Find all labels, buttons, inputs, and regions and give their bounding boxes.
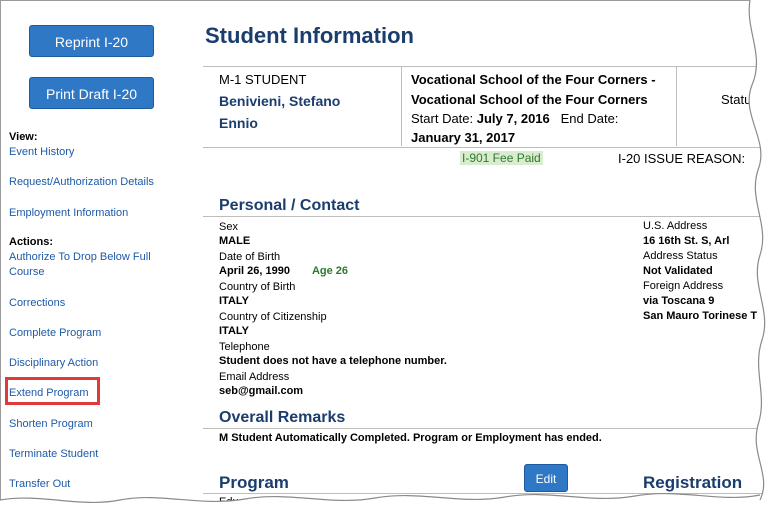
address-status-label: Address Status (643, 250, 718, 262)
us-address-label: U.S. Address (643, 220, 708, 232)
dob-label: Date of Birth (219, 251, 281, 263)
coc-label: Country of Citizenship (219, 311, 327, 323)
address-status-value: Not Validated (643, 265, 713, 277)
initial-session-label: Initial Session Start (643, 496, 738, 508)
school-name-line1: Vocational School of the Four Corners - (411, 72, 656, 87)
actions-heading: Actions: (9, 236, 53, 248)
link-event-history[interactable]: Event History (9, 145, 179, 160)
sidebar: Reprint I-20 Print Draft I-20 View: Even… (1, 1, 191, 523)
foreign-address-line1: via Toscana 9 (643, 295, 715, 307)
link-authorize-drop-below-full-course[interactable]: Authorize To Drop Below Full Course (9, 250, 174, 280)
issue-reason-label: I-20 ISSUE REASON: (618, 151, 746, 166)
personal-contact-heading: Personal / Contact (219, 197, 360, 214)
link-corrections[interactable]: Corrections (9, 296, 179, 311)
remarks-text: M Student Automatically Completed. Progr… (219, 432, 602, 444)
email-value: seb@gmail.com (219, 385, 304, 397)
us-address-value: 16 16th St. S, Arl (643, 235, 730, 247)
fee-paid-badge: I-901 Fee Paid (460, 151, 543, 165)
header-col-divider-1 (401, 66, 402, 146)
print-draft-i20-button[interactable]: Print Draft I-20 (29, 77, 154, 109)
edit-program-button[interactable]: Edit (524, 464, 568, 492)
education-level-label: Education Level (219, 496, 298, 508)
link-complete-program[interactable]: Complete Program (9, 326, 179, 341)
program-heading: Program (219, 473, 289, 492)
link-terminate-student[interactable]: Terminate Student (9, 447, 179, 462)
dob-value: April 26, 1990 (219, 265, 290, 277)
dob-row: April 26, 1990 Age 26 (219, 265, 348, 277)
link-shorten-program[interactable]: Shorten Program (9, 417, 179, 432)
status-label: Status C (721, 92, 771, 107)
student-type: M-1 STUDENT (219, 72, 307, 87)
end-date-label: End Date: (560, 111, 619, 126)
phone-label: Telephone (219, 341, 270, 353)
header-bottom-divider (203, 147, 773, 148)
remarks-divider (203, 428, 773, 429)
link-disciplinary-action[interactable]: Disciplinary Action (9, 356, 179, 371)
cob-label: Country of Birth (219, 281, 296, 293)
initial-session-value: July 7, 2016 (643, 511, 705, 523)
school-name-line2: Vocational School of the Four Corners (411, 92, 648, 107)
student-name-line1: Benivieni, Stefano (219, 93, 341, 109)
link-request-authorization-details[interactable]: Request/Authorization Details (9, 175, 179, 190)
age-value: Age 26 (311, 265, 349, 277)
email-label: Email Address (219, 371, 290, 383)
end-date-value: January 31, 2017 (411, 130, 516, 145)
education-level-value: OTHER VOCATIONAL SC (219, 511, 351, 523)
header-top-divider (203, 66, 773, 67)
registration-heading: Registration (643, 473, 743, 492)
cob-value: ITALY (219, 295, 249, 307)
link-transfer-out[interactable]: Transfer Out (9, 477, 179, 492)
sex-label: Sex (219, 221, 238, 233)
program-dates: Start Date: July 7, 2016 End Date: (411, 111, 618, 126)
page-title: Student Information (205, 23, 414, 48)
header-col-divider-2 (676, 66, 677, 146)
link-extend-program[interactable]: Extend Program (9, 386, 179, 401)
foreign-address-line2: San Mauro Torinese T (643, 310, 758, 322)
program-divider (203, 493, 773, 494)
link-employment-information[interactable]: Employment Information (9, 206, 179, 221)
view-heading: View: (9, 131, 38, 143)
sex-value: MALE (219, 235, 251, 247)
reprint-i20-button[interactable]: Reprint I-20 (29, 25, 154, 57)
overall-remarks-heading: Overall Remarks (219, 409, 346, 426)
personal-divider (203, 216, 773, 217)
phone-value: Student does not have a telephone number… (219, 355, 447, 367)
student-name-line2: Ennio (219, 115, 258, 131)
start-date-value: July 7, 2016 (476, 111, 550, 126)
screenshot-frame: Reprint I-20 Print Draft I-20 View: Even… (0, 0, 774, 524)
start-date-label: Start Date: (411, 111, 474, 126)
foreign-address-label: Foreign Address (643, 280, 724, 292)
coc-value: ITALY (219, 325, 249, 337)
